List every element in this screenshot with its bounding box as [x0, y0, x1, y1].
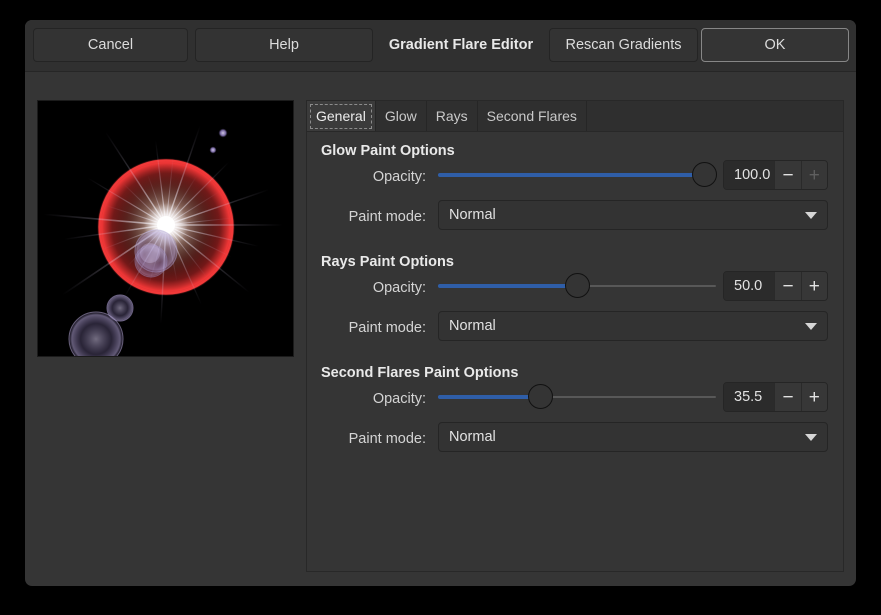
- second-flares-opacity-increment-button[interactable]: +: [801, 383, 827, 411]
- cancel-button[interactable]: Cancel: [33, 28, 188, 62]
- glow-opacity-increment-button[interactable]: +: [801, 161, 827, 189]
- options-notebook: General Glow Rays Second Flares Glow Pai…: [306, 100, 844, 572]
- tab-general-label: General: [316, 108, 366, 124]
- tab-glow-label: Glow: [385, 108, 417, 124]
- rescan-gradients-button[interactable]: Rescan Gradients: [549, 28, 698, 62]
- tab-page-general: Glow Paint Options Opacity: 100.0 − + Pa…: [307, 132, 843, 571]
- section-title-rays: Rays Paint Options: [321, 254, 454, 270]
- section-title-second-flares: Second Flares Paint Options: [321, 365, 518, 381]
- tab-second-flares-label: Second Flares: [487, 108, 577, 124]
- chevron-down-icon: [805, 434, 817, 441]
- second-flares-opacity-label: Opacity:: [307, 391, 426, 407]
- second-flares-opacity-slider[interactable]: [438, 382, 716, 412]
- dialog-header-bar: Cancel Help Gradient Flare Editor Rescan…: [25, 20, 856, 72]
- slider-handle[interactable]: [692, 162, 717, 187]
- glow-paint-mode-combobox[interactable]: Normal: [438, 200, 828, 230]
- tab-strip: General Glow Rays Second Flares: [307, 101, 843, 132]
- second-flares-opacity-decrement-button[interactable]: −: [774, 383, 800, 411]
- rays-opacity-slider[interactable]: [438, 271, 716, 301]
- glow-opacity-spinbutton[interactable]: 100.0 − +: [723, 160, 828, 190]
- slider-fill: [438, 173, 704, 177]
- second-flares-paint-mode-label: Paint mode:: [307, 431, 426, 447]
- ok-button[interactable]: OK: [701, 28, 849, 62]
- rays-opacity-spinbutton[interactable]: 50.0 − +: [723, 271, 828, 301]
- rays-opacity-label: Opacity:: [307, 280, 426, 296]
- rays-opacity-increment-button[interactable]: +: [801, 272, 827, 300]
- glow-opacity-slider[interactable]: [438, 160, 716, 190]
- flare-preview-image: [38, 101, 293, 356]
- dialog-title: Gradient Flare Editor: [373, 28, 549, 62]
- tab-rays-label: Rays: [436, 108, 468, 124]
- chevron-down-icon: [805, 212, 817, 219]
- second-flares-opacity-spinbutton[interactable]: 35.5 − +: [723, 382, 828, 412]
- rays-paint-mode-combobox[interactable]: Normal: [438, 311, 828, 341]
- second-flares-opacity-value[interactable]: 35.5: [724, 383, 774, 411]
- glow-opacity-value[interactable]: 100.0: [724, 161, 774, 189]
- slider-fill: [438, 284, 577, 288]
- rays-paint-mode-value: Normal: [449, 318, 797, 334]
- chevron-down-icon: [805, 323, 817, 330]
- tab-general[interactable]: General: [307, 101, 376, 131]
- glow-opacity-decrement-button[interactable]: −: [774, 161, 800, 189]
- second-flares-paint-mode-combobox[interactable]: Normal: [438, 422, 828, 452]
- glow-paint-mode-label: Paint mode:: [307, 209, 426, 225]
- tab-glow[interactable]: Glow: [376, 101, 427, 131]
- section-title-glow: Glow Paint Options: [321, 143, 455, 159]
- slider-fill: [438, 395, 540, 399]
- slider-handle[interactable]: [528, 384, 553, 409]
- glow-opacity-label: Opacity:: [307, 169, 426, 185]
- dialog-body: General Glow Rays Second Flares Glow Pai…: [25, 73, 856, 586]
- tab-rays[interactable]: Rays: [427, 101, 478, 131]
- help-button[interactable]: Help: [195, 28, 373, 62]
- glow-paint-mode-value: Normal: [449, 207, 797, 223]
- second-flares-paint-mode-value: Normal: [449, 429, 797, 445]
- rays-opacity-value[interactable]: 50.0: [724, 272, 774, 300]
- rays-paint-mode-label: Paint mode:: [307, 320, 426, 336]
- rays-opacity-decrement-button[interactable]: −: [774, 272, 800, 300]
- tab-second-flares[interactable]: Second Flares: [478, 101, 587, 131]
- slider-handle[interactable]: [565, 273, 590, 298]
- gradient-flare-preview[interactable]: [37, 100, 294, 357]
- gradient-flare-editor-dialog: Cancel Help Gradient Flare Editor Rescan…: [25, 20, 856, 586]
